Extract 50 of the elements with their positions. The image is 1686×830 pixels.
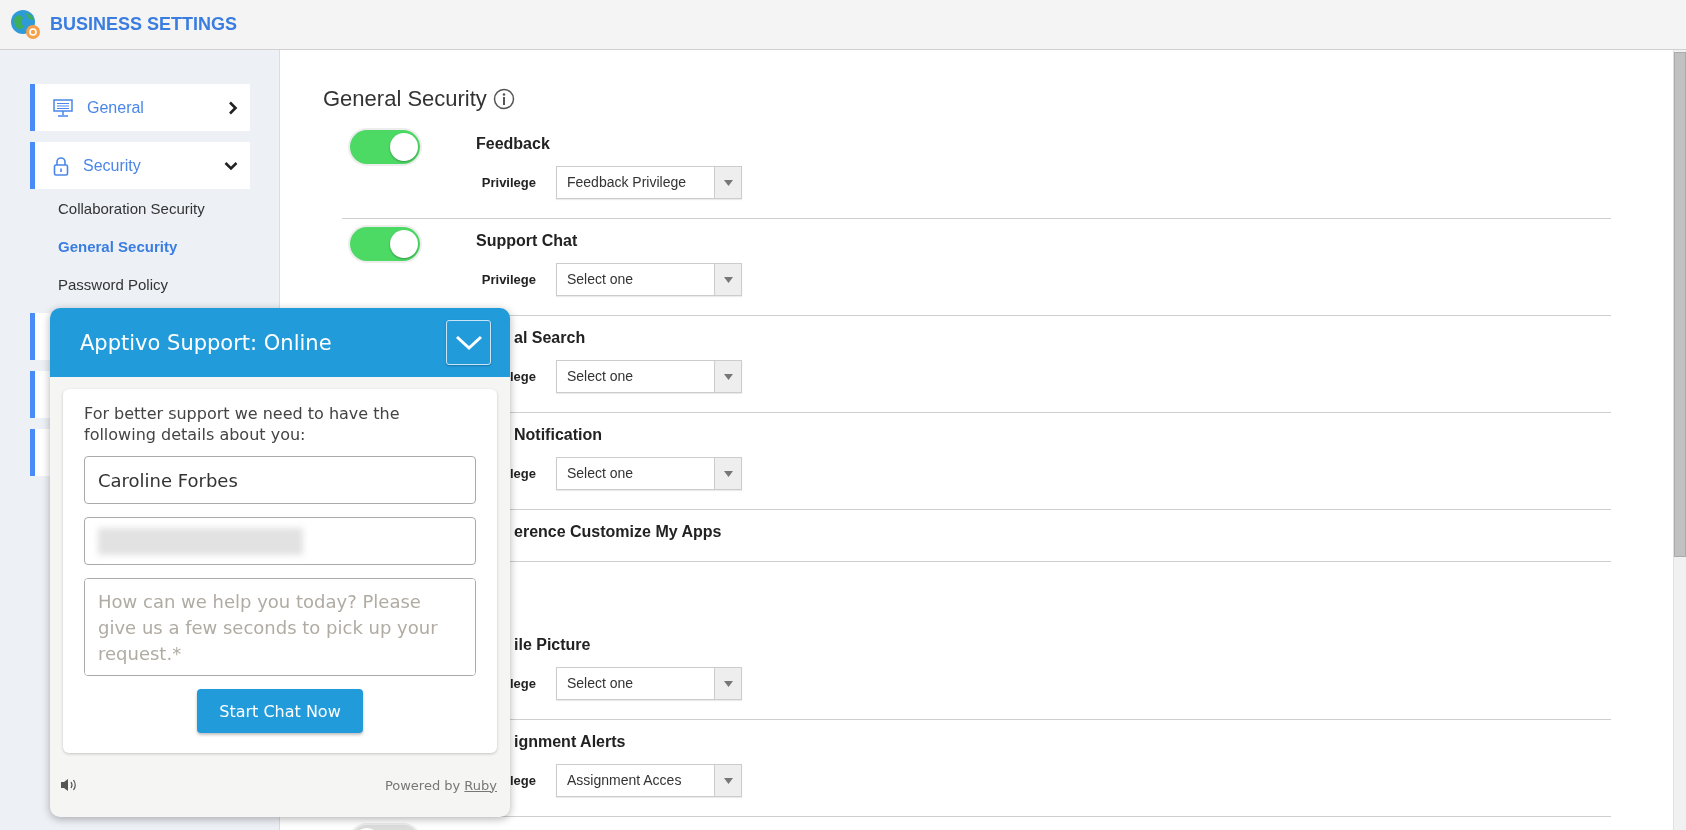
privilege-dropdown[interactable]: Select one (556, 457, 742, 490)
ruby-link[interactable]: Ruby (464, 777, 497, 793)
name-field[interactable]: Caroline Forbes (84, 456, 476, 504)
section-heading: General Security (323, 86, 487, 112)
toggle-switch[interactable] (350, 227, 420, 261)
setting-title: ile Picture (513, 635, 592, 655)
setting-title: Notification (513, 425, 603, 445)
collapse-button[interactable] (446, 320, 491, 365)
privilege-label: lege (509, 369, 537, 384)
message-field[interactable]: How can we help you today? Please give us a few seconds to pick up your request.* (84, 578, 476, 676)
submenu-item[interactable]: General Security (58, 228, 279, 266)
scrollbar-thumb[interactable] (1674, 52, 1686, 557)
privilege-label: Privilege (480, 272, 537, 287)
caret-icon (723, 276, 733, 283)
sidebar-item[interactable]: General (30, 84, 250, 131)
submenu-item[interactable]: Collaboration Security (58, 190, 279, 228)
caret-icon (723, 373, 733, 380)
intro-text: For better support we need to have the following details about you: (84, 403, 401, 445)
privilege-label: lege (509, 676, 537, 691)
info-icon[interactable] (492, 88, 515, 110)
caret-icon (723, 470, 733, 477)
chat-title: Apptivo Support: Online (80, 330, 333, 355)
app-title: BUSINESS SETTINGS (50, 14, 238, 35)
chevron-down-icon (454, 334, 483, 351)
sidebar-item[interactable]: Security (30, 142, 250, 189)
privilege-dropdown[interactable]: Feedback Privilege (556, 166, 742, 199)
email-field[interactable] (84, 517, 476, 565)
setting-title: erence Customize My Apps (513, 522, 722, 542)
caret-icon (723, 680, 733, 687)
privilege-dropdown[interactable]: Assignment Acces (556, 764, 742, 797)
chevron-down-icon (224, 160, 238, 171)
privilege-dropdown[interactable]: Select one (556, 360, 742, 393)
setting-title: ignment Alerts (513, 732, 627, 752)
privilege-dropdown[interactable]: Select one (556, 667, 742, 700)
globe-gear-icon (10, 9, 41, 40)
caret-icon (723, 179, 733, 186)
privilege-label: Privilege (480, 175, 537, 190)
caret-icon (723, 777, 733, 784)
privilege-dropdown[interactable]: Select one (556, 263, 742, 296)
speaker-icon[interactable] (60, 777, 78, 793)
powered-by-text: Powered by Ruby (384, 777, 497, 793)
setting-title: al Search (513, 328, 587, 348)
monitor-icon (53, 98, 73, 117)
setting-title: Support Chat (476, 231, 579, 251)
privilege-label: lege (509, 466, 537, 481)
chevron-right-icon (228, 100, 238, 115)
setting-title: Feedback (476, 134, 551, 154)
toggle-switch[interactable] (350, 130, 420, 164)
lock-icon (53, 155, 69, 176)
submenu-item[interactable]: Password Policy (58, 266, 279, 304)
